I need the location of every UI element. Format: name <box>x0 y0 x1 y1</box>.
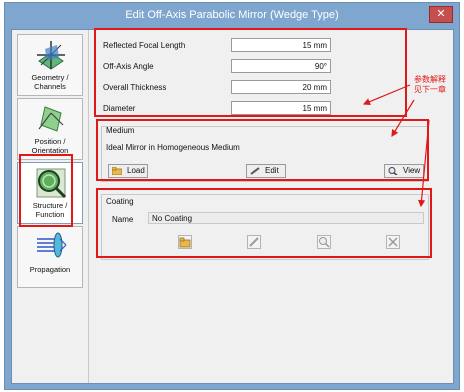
arrow-to-medium <box>391 99 415 138</box>
annotation-arrows <box>362 84 430 208</box>
annotation-text: 参数解释 见下一章 <box>414 75 446 95</box>
annotation-line-2: 见下一章 <box>414 85 446 94</box>
arrow-to-coating <box>417 119 430 208</box>
arrow-to-params <box>362 84 411 106</box>
annotation-line-1: 参数解释 <box>414 75 446 84</box>
